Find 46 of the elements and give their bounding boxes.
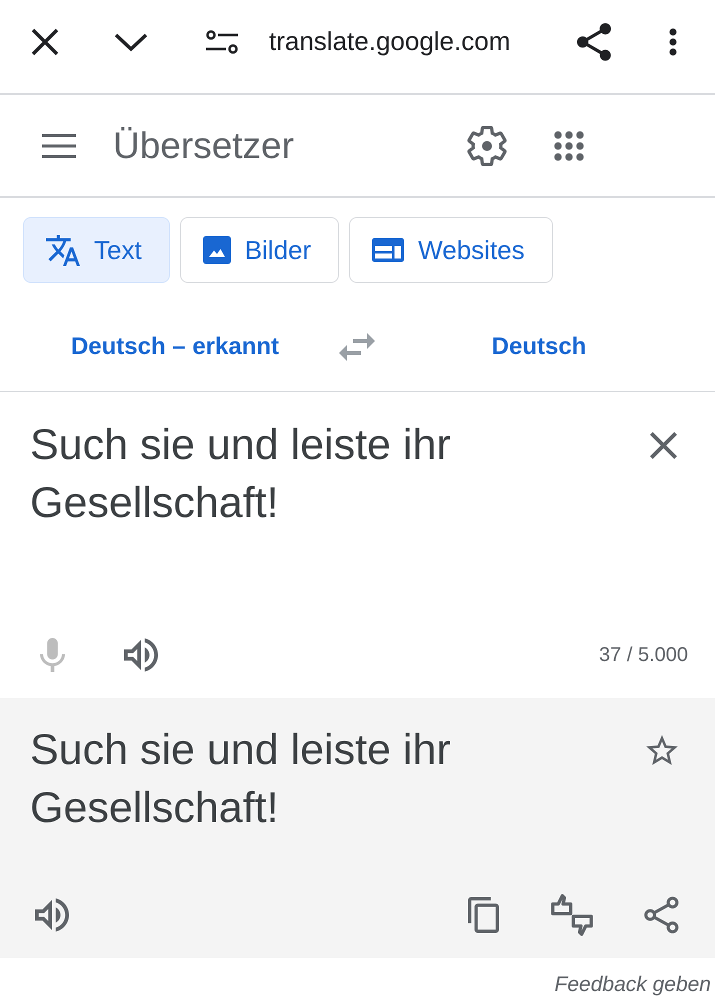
mode-tab[interactable]: Websites	[349, 217, 553, 283]
swap-icon	[339, 333, 375, 361]
settings-button[interactable]	[467, 126, 507, 166]
star-outline-icon	[646, 735, 678, 765]
web-layout-icon	[372, 238, 404, 262]
rate-button[interactable]	[550, 893, 594, 937]
share-icon	[644, 896, 680, 934]
microphone-icon	[40, 638, 65, 672]
share-icon	[577, 22, 611, 60]
more-icon	[669, 28, 677, 56]
image-icon	[202, 236, 231, 264]
source-text-field[interactable]: Such sie und leiste ihr Gesellschaft!	[30, 416, 620, 532]
star-button[interactable]	[646, 735, 678, 765]
mode-tab[interactable]: Text	[23, 217, 170, 283]
speaker-icon	[124, 638, 158, 672]
apps-button[interactable]	[554, 130, 584, 160]
close-icon	[650, 432, 677, 459]
grid-icon	[554, 130, 584, 160]
chevron-down-icon	[114, 32, 148, 52]
swap-languages-button[interactable]	[339, 333, 375, 361]
url-text: translate.google.com	[269, 26, 510, 57]
chevron-button[interactable]	[114, 32, 148, 52]
copy-icon	[468, 897, 499, 933]
more-button[interactable]	[669, 28, 677, 56]
listen-button[interactable]	[35, 898, 69, 932]
page-info-button[interactable]	[206, 30, 238, 54]
app-title: Übersetzer	[113, 124, 295, 166]
menu-button[interactable]	[42, 134, 76, 158]
close-icon	[31, 28, 59, 56]
clear-button[interactable]	[650, 432, 677, 459]
menu-icon	[42, 134, 76, 158]
target-language-button[interactable]: Deutsch	[492, 331, 586, 363]
share-button[interactable]	[577, 22, 611, 60]
listen-button[interactable]	[124, 638, 158, 672]
mode-tab[interactable]: Bilder	[180, 217, 340, 283]
sliders-icon	[206, 30, 238, 54]
translation-text: Such sie und leiste ihr Gesellschaft!	[30, 725, 452, 834]
translate-icon	[46, 234, 80, 266]
close-button[interactable]	[31, 28, 59, 56]
copy-button[interactable]	[468, 897, 499, 933]
settings-icon	[467, 126, 507, 166]
speaker-icon	[35, 898, 69, 932]
character-count: 37 / 5.000	[599, 644, 688, 666]
source-language-button[interactable]: Deutsch – erkannt	[70, 331, 280, 363]
thumbs-icon	[550, 893, 594, 937]
feedback-link[interactable]: Feedback geben	[554, 972, 711, 998]
